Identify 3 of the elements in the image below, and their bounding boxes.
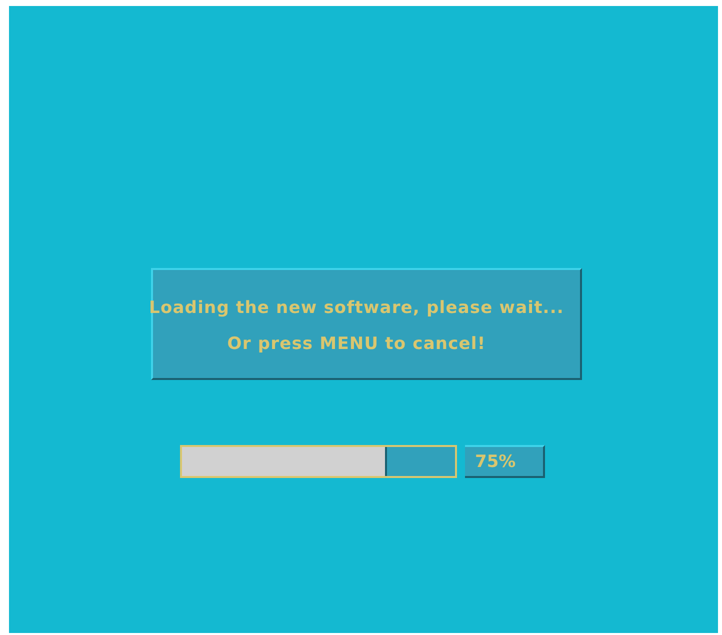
message-text: Loading the new software, please wait... — [149, 298, 564, 318]
progress-percentage: 75% — [465, 445, 545, 478]
message-text: Or press MENU to cancel! — [227, 334, 486, 354]
